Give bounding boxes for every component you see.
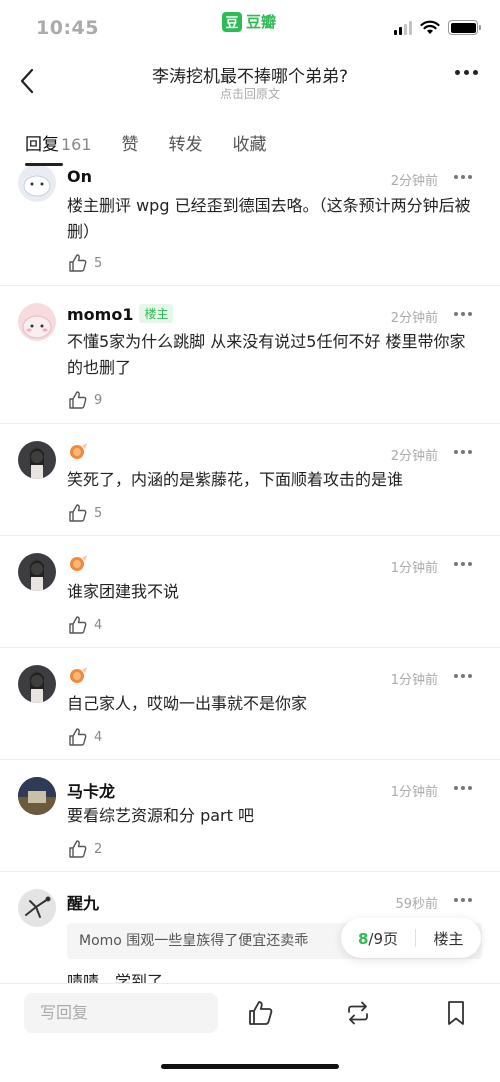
- thumbs-up-icon: [69, 391, 87, 409]
- page-indicator-button[interactable]: 8/9页: [341, 928, 415, 949]
- status-bar: 10:45 豆 豆瓣: [0, 0, 500, 58]
- home-indicator[interactable]: [161, 1064, 339, 1069]
- comment-author[interactable]: 醒九: [67, 890, 99, 914]
- comment-more-icon[interactable]: [454, 450, 472, 454]
- tab-replies[interactable]: 回复 161: [25, 130, 92, 166]
- tab-replies-label: 回复: [25, 135, 59, 155]
- thumbs-up-icon: [69, 504, 87, 522]
- thumbs-up-icon: [69, 840, 87, 858]
- comment-more-icon[interactable]: [454, 898, 472, 902]
- more-options-icon[interactable]: [455, 70, 478, 75]
- app-brand: 豆 豆瓣: [222, 11, 276, 32]
- bookmark-icon[interactable]: [441, 998, 471, 1028]
- avatar[interactable]: [18, 303, 56, 341]
- like-button[interactable]: 2: [68, 839, 102, 859]
- comment-time: 2分钟前: [390, 174, 438, 189]
- douban-logo-icon: 豆: [222, 11, 242, 32]
- like-button[interactable]: 4: [68, 727, 102, 747]
- like-button[interactable]: 5: [68, 503, 102, 523]
- comment-text: 不懂5家为什么跳脚 从来没有说过5任何不好 楼里带你家的也删了: [67, 332, 466, 377]
- comment-text: 要看综艺资源和分 part 吧: [67, 806, 254, 825]
- tab-bar: 回复 161 赞 转发 收藏: [0, 130, 500, 166]
- total-pages: /9页: [368, 929, 399, 948]
- like-count: 5: [94, 255, 103, 271]
- comment-time: 2分钟前: [390, 311, 438, 326]
- avatar[interactable]: [18, 777, 56, 815]
- comment-text: 啧啧，学到了: [67, 972, 164, 983]
- comment-item: 马卡龙 1分钟前 要看综艺资源和分 part 吧 2: [0, 760, 500, 872]
- tab-favorites-label: 收藏: [232, 135, 267, 155]
- comment-more-icon[interactable]: [454, 175, 472, 179]
- comment-more-icon[interactable]: [454, 312, 472, 316]
- comment-more-icon[interactable]: [454, 786, 472, 790]
- avatar[interactable]: [18, 553, 56, 591]
- thumbs-up-icon: [69, 616, 87, 634]
- status-indicators: [394, 20, 481, 35]
- like-post-icon[interactable]: [246, 998, 276, 1028]
- like-button[interactable]: 4: [68, 615, 102, 635]
- avatar[interactable]: [18, 166, 56, 202]
- back-to-original-link[interactable]: 点击回原文: [0, 85, 500, 102]
- op-only-button[interactable]: 楼主: [416, 928, 481, 949]
- thumbs-up-icon: [69, 728, 87, 746]
- comment-time: 1分钟前: [390, 785, 438, 800]
- app-name: 豆瓣: [246, 13, 277, 31]
- signal-icon: [394, 20, 412, 35]
- comment-author[interactable]: On: [67, 167, 92, 186]
- reply-input[interactable]: 写回复: [24, 993, 218, 1033]
- comment-text: 谁家团建我不说: [67, 582, 180, 601]
- tab-replies-count: 161: [61, 135, 92, 154]
- like-count: 5: [94, 505, 103, 521]
- comment-author[interactable]: 马卡龙: [67, 778, 115, 802]
- tab-likes-label: 赞: [121, 135, 139, 155]
- nav-bar: 李涛挖机最不捧哪个弟弟? 点击回原文: [0, 58, 500, 110]
- wifi-icon: [420, 20, 440, 34]
- like-button[interactable]: 9: [68, 390, 102, 410]
- comment-item: 2分钟前 笑死了，内涵的是紫藤花，下面顺着攻击的是谁 5: [0, 424, 500, 536]
- page-title: 李涛挖机最不捧哪个弟弟?: [151, 67, 349, 87]
- comment-text: 自己家人，哎呦一出事就不是你家: [67, 694, 308, 713]
- comment-time: 2分钟前: [390, 449, 438, 464]
- comment-time: 59秒前: [395, 897, 438, 912]
- like-count: 2: [94, 841, 103, 857]
- op-badge: 楼主: [139, 304, 174, 323]
- medal-icon: [70, 555, 87, 571]
- like-count: 4: [94, 729, 103, 745]
- avatar[interactable]: [18, 665, 56, 703]
- comment-text: 笑死了，内涵的是紫藤花，下面顺着攻击的是谁: [67, 470, 404, 489]
- comment-more-icon[interactable]: [454, 562, 472, 566]
- comment-text: 楼主删评 wpg 已经歪到德国去咯。（这条预计两分钟后被删）: [67, 196, 471, 241]
- battery-icon: [448, 20, 481, 35]
- like-button[interactable]: 5: [68, 253, 102, 273]
- avatar[interactable]: [18, 889, 56, 927]
- repost-icon[interactable]: [343, 998, 373, 1028]
- medal-icon: [70, 667, 87, 683]
- comment-author[interactable]: momo1 楼主: [67, 304, 174, 324]
- comment-item: 1分钟前 自己家人，哎呦一出事就不是你家 4: [0, 648, 500, 760]
- comment-item: On 2分钟前 楼主删评 wpg 已经歪到德国去咯。（这条预计两分钟后被删） 5: [0, 166, 500, 286]
- page-navigator: 8/9页 楼主: [341, 918, 481, 958]
- comment-more-icon[interactable]: [454, 674, 472, 678]
- thumbs-up-icon: [69, 254, 87, 272]
- medal-icon: [70, 443, 87, 459]
- tab-likes[interactable]: 赞: [122, 130, 139, 162]
- avatar[interactable]: [18, 441, 56, 479]
- comment-item: 1分钟前 谁家团建我不说 4: [0, 536, 500, 648]
- current-page: 8: [357, 929, 369, 948]
- comment-list: On 2分钟前 楼主删评 wpg 已经歪到德国去咯。（这条预计两分钟后被删） 5…: [0, 166, 500, 983]
- comment-time: 1分钟前: [390, 673, 438, 688]
- tab-reposts-label: 转发: [168, 135, 203, 155]
- tab-reposts[interactable]: 转发: [169, 130, 203, 162]
- comment-author-name: momo1: [67, 305, 134, 324]
- like-count: 9: [94, 392, 103, 408]
- comment-time: 1分钟前: [390, 561, 438, 576]
- like-count: 4: [94, 617, 103, 633]
- tab-favorites[interactable]: 收藏: [233, 130, 267, 162]
- comment-item: momo1 楼主 2分钟前 不懂5家为什么跳脚 从来没有说过5任何不好 楼里带你家…: [0, 286, 500, 424]
